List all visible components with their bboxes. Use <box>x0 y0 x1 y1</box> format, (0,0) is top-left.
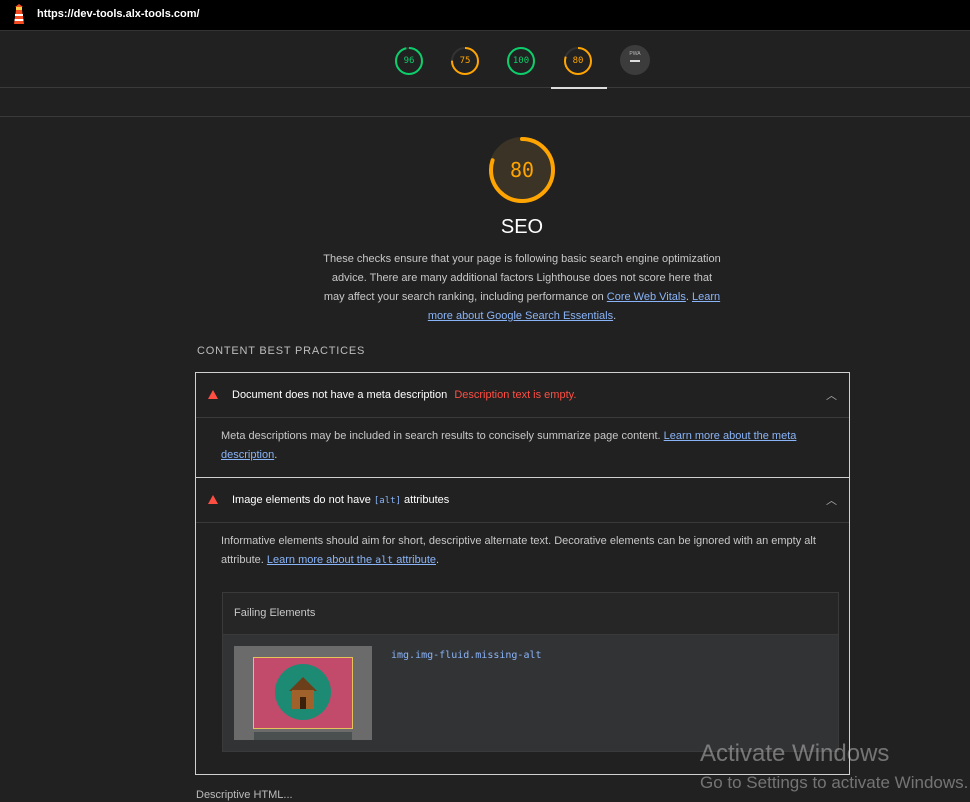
audit-title: Document does not have a meta descriptio… <box>232 389 576 401</box>
chevron-up-icon[interactable]: ︿ <box>826 387 837 403</box>
link-post: attribute <box>396 554 436 566</box>
score-gauges-bar <box>0 31 970 88</box>
audit-title-code: [alt] <box>373 496 401 506</box>
audit-meta-description: Document does not have a meta descriptio… <box>196 373 849 477</box>
element-screenshot[interactable] <box>234 646 372 740</box>
group-title: CONTENT BEST PRACTICES <box>197 345 366 357</box>
audit-description: Meta descriptions may be included in sea… <box>221 430 797 461</box>
audit-title-text: Document does not have a meta descriptio… <box>232 389 448 401</box>
audit-image-alt: Image elements do not have [alt] attribu… <box>196 478 849 752</box>
audit-description: Informative elements should aim for shor… <box>221 535 816 566</box>
gauge-score-2[interactable]: 100 <box>505 45 537 77</box>
category-title: SEO <box>500 216 544 238</box>
audit-title-post: attributes <box>404 494 450 506</box>
windows-watermark-subtitle: Go to Settings to activate Windows. <box>700 773 969 792</box>
alt-attribute-link[interactable]: Learn more about the alt attribute <box>267 554 436 566</box>
link-code: alt <box>375 555 394 566</box>
category-score-gauge: 80 <box>488 136 556 204</box>
failing-elements-header: Failing Elements <box>223 593 838 635</box>
gauge-score-value: 80 <box>572 56 584 66</box>
windows-watermark-title: Activate Windows <box>700 740 890 767</box>
lighthouse-logo-icon <box>14 4 24 24</box>
audit-header[interactable]: Image elements do not have [alt] attribu… <box>196 478 849 523</box>
cabin-illustration-icon <box>275 664 331 720</box>
audit-error-text: Description text is empty. <box>454 389 577 401</box>
gauge-score-3[interactable]: 80 <box>562 45 594 77</box>
fail-triangle-icon <box>208 495 218 504</box>
audit-list: Document does not have a meta descriptio… <box>195 372 850 775</box>
audit-title: Image elements do not have [alt] attribu… <box>232 494 449 506</box>
audit-title-pre: Image elements do not have <box>232 494 371 506</box>
link-pre: Learn more about the <box>266 554 373 566</box>
gauge-pwa[interactable]: PWA <box>620 45 650 75</box>
partial-footer-text: Descriptive HTML... <box>196 789 293 801</box>
fail-triangle-icon <box>208 390 218 399</box>
screenshot-strip <box>254 732 352 740</box>
gauge-score-1[interactable]: 75 <box>449 45 481 77</box>
browser-top-bar: https://dev-tools.alx-tools.com/ <box>0 0 970 31</box>
audit-description-text: Meta descriptions may be included in sea… <box>221 430 661 442</box>
page-url[interactable]: https://dev-tools.alx-tools.com/ <box>37 8 200 20</box>
gauge-score-value: 100 <box>512 56 530 66</box>
audit-header[interactable]: Document does not have a meta descriptio… <box>196 373 849 418</box>
failing-elements-table: Failing Elements img.img-fluid.missing-a… <box>222 592 839 752</box>
gauge-score-value: 96 <box>403 56 415 66</box>
category-score: 80 <box>509 158 535 182</box>
pwa-label: PWA <box>629 51 641 57</box>
gauge-score-0[interactable]: 96 <box>393 45 425 77</box>
active-tab-underline <box>551 87 607 89</box>
pwa-dash-icon <box>630 60 640 62</box>
chevron-up-icon[interactable]: ︿ <box>826 492 837 508</box>
element-selector[interactable]: img.img-fluid.missing-alt <box>391 650 542 661</box>
table-row[interactable]: img.img-fluid.missing-alt <box>223 635 838 751</box>
gauge-score-value: 75 <box>459 56 471 66</box>
image-preview <box>253 657 353 729</box>
divider <box>0 116 970 117</box>
core-web-vitals-link[interactable]: Core Web Vitals <box>607 291 686 303</box>
category-description: These checks ensure that your page is fo… <box>323 253 721 322</box>
